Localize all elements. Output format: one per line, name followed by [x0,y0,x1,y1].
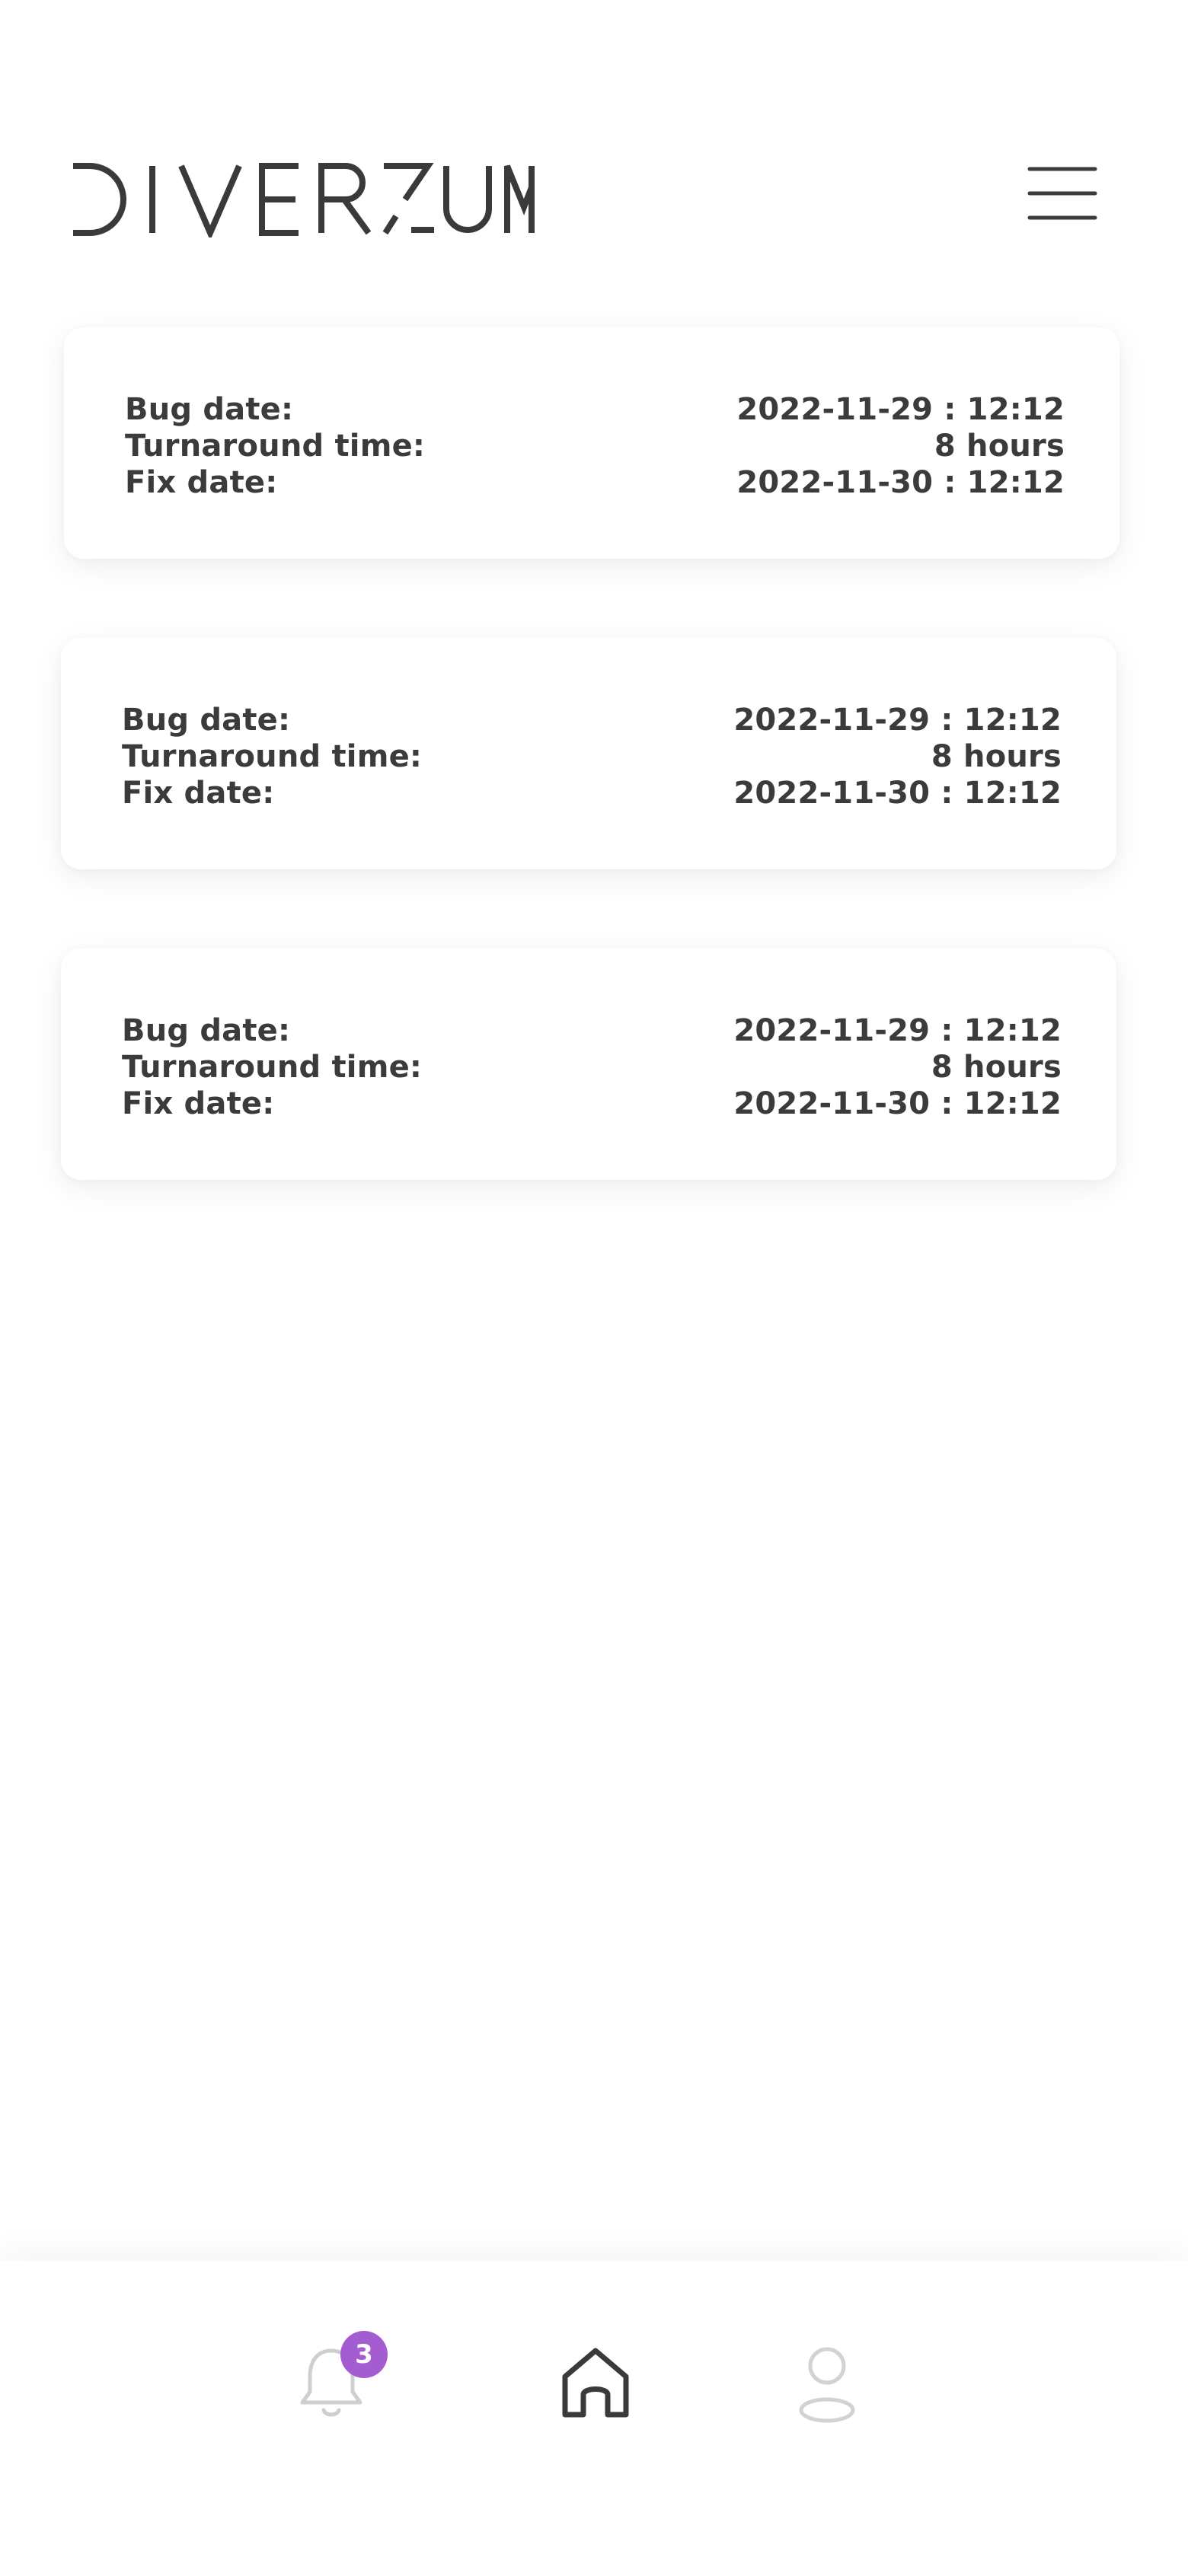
bug-card[interactable]: Bug date: 2022-11-29 : 12:12 Turnaround … [61,948,1116,1180]
fix-date-row: Fix date: 2022-11-30 : 12:12 [122,775,1062,811]
nav-home-button[interactable] [550,2337,641,2428]
fix-date-value: 2022-11-30 : 12:12 [733,1086,1062,1121]
bug-date-row: Bug date: 2022-11-29 : 12:12 [125,391,1065,428]
turnaround-value: 8 hours [931,1050,1062,1085]
turnaround-row: Turnaround time: 8 hours [122,1049,1062,1086]
bug-date-label: Bug date: [125,392,294,427]
fix-date-row: Fix date: 2022-11-30 : 12:12 [125,464,1065,501]
nav-profile-button[interactable] [781,2337,873,2428]
hamburger-menu-button[interactable] [1020,160,1104,228]
diverzum-logo [73,163,535,238]
bug-date-row: Bug date: 2022-11-29 : 12:12 [122,702,1062,738]
turnaround-value: 8 hours [934,429,1065,464]
bug-card[interactable]: Bug date: 2022-11-29 : 12:12 Turnaround … [61,638,1116,869]
bug-card-details: Bug date: 2022-11-29 : 12:12 Turnaround … [122,702,1062,811]
turnaround-label: Turnaround time: [122,739,423,774]
bug-date-label: Bug date: [122,1013,291,1048]
bug-date-value: 2022-11-29 : 12:12 [736,392,1065,427]
bug-date-label: Bug date: [122,703,291,738]
turnaround-value: 8 hours [931,739,1062,774]
bug-card-details: Bug date: 2022-11-29 : 12:12 Turnaround … [122,1012,1062,1122]
bug-card-details: Bug date: 2022-11-29 : 12:12 Turnaround … [125,391,1065,501]
hamburger-icon [1027,167,1097,220]
bug-card[interactable]: Bug date: 2022-11-29 : 12:12 Turnaround … [64,327,1119,559]
app-header [0,0,1188,304]
user-icon [799,2347,855,2423]
bug-date-value: 2022-11-29 : 12:12 [733,1013,1062,1048]
turnaround-label: Turnaround time: [125,429,426,464]
bug-date-value: 2022-11-29 : 12:12 [733,703,1062,738]
fix-date-label: Fix date: [125,465,278,500]
fix-date-value: 2022-11-30 : 12:12 [736,465,1065,500]
notification-count-badge: 3 [340,2331,388,2378]
fix-date-label: Fix date: [122,1086,275,1121]
fix-date-label: Fix date: [122,776,275,811]
nav-notifications-button[interactable]: 3 [293,2331,388,2428]
home-icon [562,2348,629,2418]
fix-date-row: Fix date: 2022-11-30 : 12:12 [122,1086,1062,1122]
turnaround-label: Turnaround time: [122,1050,423,1085]
fix-date-value: 2022-11-30 : 12:12 [733,776,1062,811]
bug-date-row: Bug date: 2022-11-29 : 12:12 [122,1012,1062,1049]
bottom-navigation: 3 [0,2261,1188,2576]
turnaround-row: Turnaround time: 8 hours [125,428,1065,464]
turnaround-row: Turnaround time: 8 hours [122,738,1062,775]
